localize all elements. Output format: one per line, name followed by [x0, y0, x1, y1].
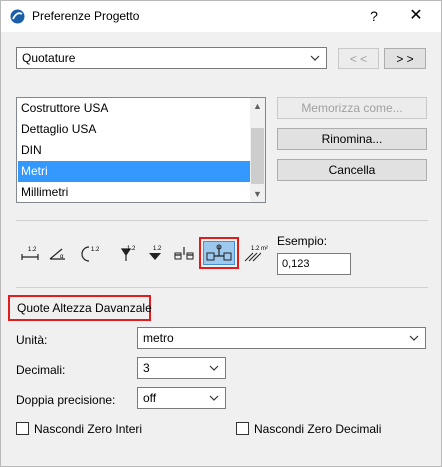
chevron-down-icon — [209, 395, 219, 401]
dimension-radius-icon[interactable]: 1.2 — [79, 241, 101, 265]
list-item-selected[interactable]: Metri — [18, 161, 250, 182]
dimension-level-icon[interactable]: 1.2 — [115, 241, 137, 265]
svg-text:1.2: 1.2 — [91, 247, 100, 253]
section-title-highlight: Quote Altezza Davanzale — [8, 295, 152, 321]
title-bar: Preferenze Progetto ? ✕ — [1, 1, 441, 32]
decimals-select-value: 3 — [143, 361, 150, 375]
chevron-down-icon — [310, 55, 320, 61]
svg-text:α: α — [60, 254, 64, 260]
delete-button[interactable]: Cancella — [277, 159, 427, 181]
store-as-button[interactable]: Memorizza come... — [277, 97, 427, 119]
chevron-down-icon — [209, 365, 219, 371]
svg-text:1.2: 1.2 — [28, 247, 37, 253]
separator — [16, 287, 428, 288]
hide-zero-dec-checkbox[interactable] — [236, 422, 249, 435]
hide-zero-int-checkbox[interactable] — [16, 422, 29, 435]
example-value: 0,123 — [282, 258, 310, 270]
prev-button[interactable]: < < — [338, 48, 379, 69]
sill-height-icon — [206, 244, 232, 261]
svg-text:1.2: 1.2 — [153, 246, 162, 252]
dimension-area-icon[interactable]: 1.2 m² — [243, 241, 269, 265]
section-title: Quote Altezza Davanzale — [17, 301, 152, 315]
dimension-door-icon[interactable] — [173, 241, 195, 265]
dimension-elevation-icon[interactable]: 1.2 — [145, 241, 167, 265]
help-button[interactable]: ? — [363, 6, 385, 26]
dimension-linear-icon[interactable]: 1.2 — [19, 241, 41, 265]
hide-zero-int-label[interactable]: Nascondi Zero Interi — [34, 422, 142, 436]
window-title: Preferenze Progetto — [32, 9, 140, 23]
double-precision-select[interactable]: off — [137, 387, 226, 409]
unit-select-value: metro — [143, 331, 174, 345]
example-label: Esempio: — [277, 234, 328, 248]
chevron-down-icon — [409, 335, 419, 341]
unit-select[interactable]: metro — [137, 327, 426, 349]
hide-zero-dec-label[interactable]: Nascondi Zero Decimali — [254, 422, 381, 436]
list-item[interactable]: Millimetri — [18, 182, 250, 202]
list-item[interactable]: Dettaglio USA — [18, 119, 250, 140]
next-button[interactable]: > > — [384, 48, 426, 69]
scroll-down-icon[interactable]: ▼ — [250, 186, 265, 202]
close-button[interactable]: ✕ — [405, 6, 427, 26]
preferences-dialog: Preferenze Progetto ? ✕ Quotature < < > … — [0, 0, 442, 467]
double-precision-label: Doppia precisione: — [16, 393, 116, 407]
list-scrollbar[interactable]: ▲ ▼ — [250, 98, 265, 202]
list-item[interactable]: Costruttore USA — [18, 98, 250, 119]
preset-list: Costruttore USA Dettaglio USA DIN Metri … — [16, 97, 266, 203]
list-item[interactable]: DIN — [18, 140, 250, 161]
unit-label: Unità: — [16, 333, 48, 347]
decimals-select[interactable]: 3 — [137, 357, 226, 379]
decimals-label: Decimali: — [16, 363, 66, 377]
double-precision-select-value: off — [143, 391, 157, 405]
separator — [16, 220, 428, 221]
category-select[interactable]: Quotature — [16, 47, 327, 69]
example-field: 0,123 — [277, 253, 351, 275]
category-select-value: Quotature — [22, 51, 76, 65]
rename-button[interactable]: Rinomina... — [277, 128, 427, 150]
scroll-thumb[interactable] — [251, 128, 264, 184]
dimension-angle-icon[interactable]: α — [47, 241, 69, 265]
svg-text:1.2: 1.2 — [127, 246, 136, 252]
scroll-up-icon[interactable]: ▲ — [250, 98, 265, 114]
sill-height-format-selected[interactable] — [199, 237, 239, 269]
svg-text:1.2 m²: 1.2 m² — [251, 246, 268, 252]
app-icon — [10, 9, 25, 24]
